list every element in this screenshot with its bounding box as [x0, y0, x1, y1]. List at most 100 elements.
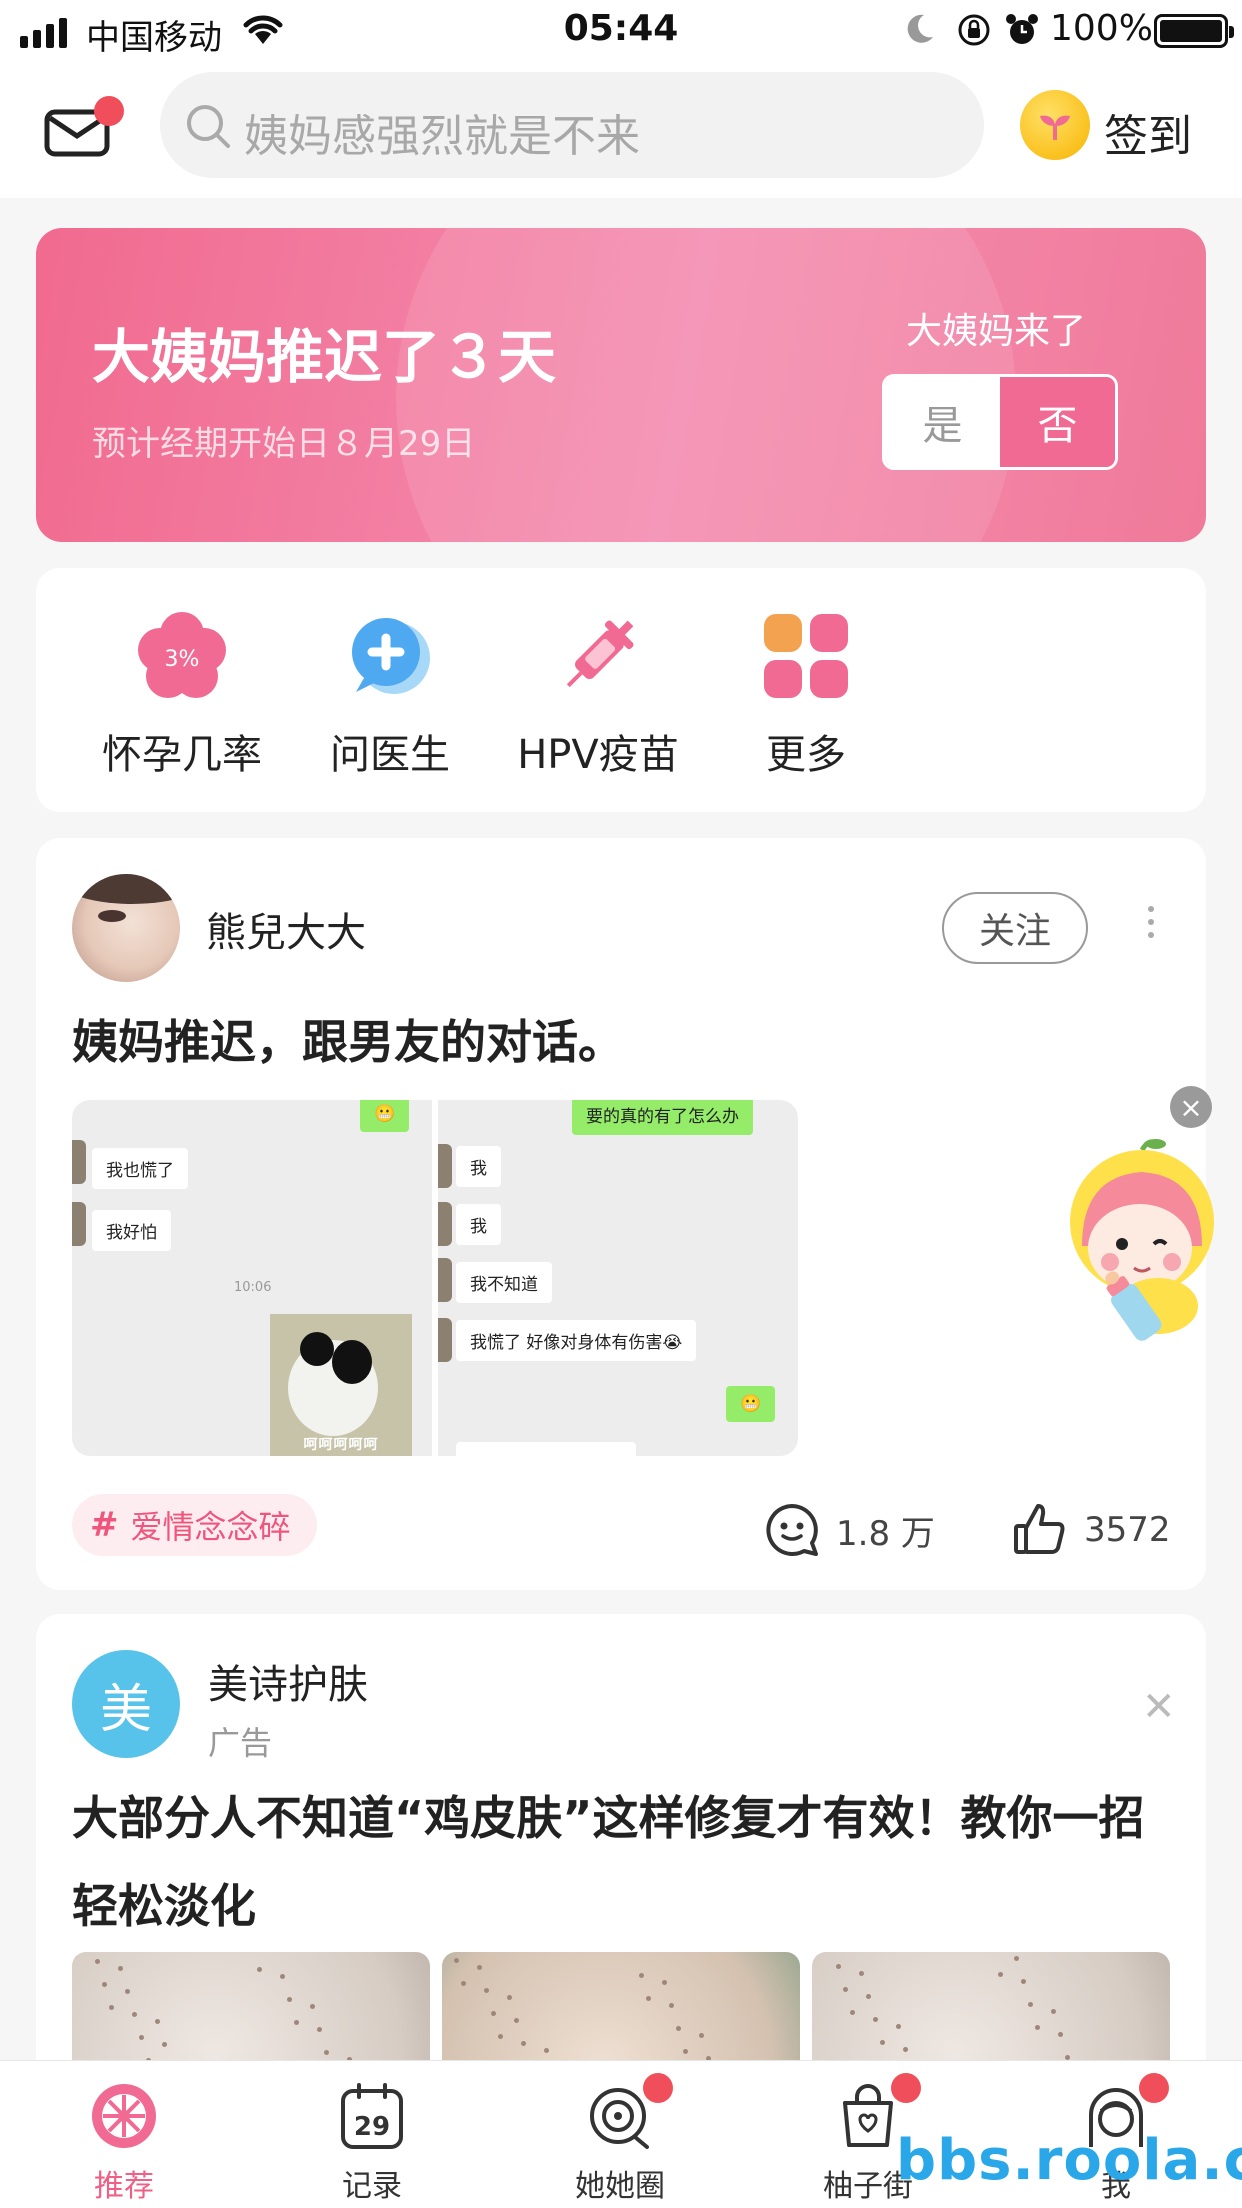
skin-speck	[1035, 2025, 1040, 2030]
tool-label: 更多	[766, 732, 846, 778]
skin-speck	[317, 2027, 322, 2032]
skin-speck	[95, 1959, 100, 1964]
chat-bubble: 我	[456, 1204, 501, 1245]
period-came-question: 大姨妈来了	[906, 311, 1087, 352]
skin-speck	[850, 2010, 855, 2015]
skin-speck	[461, 1981, 466, 1986]
skin-speck	[699, 2033, 704, 2038]
rotation-lock-icon	[958, 14, 990, 46]
post-card[interactable]: 熊兒大大 关注 姨妈推迟，跟男友的对话。 😬 我也慌了 我好怕 10:06 呵呵…	[36, 838, 1206, 1590]
quick-tools: 3% 怀孕几率 问医生 HPV疫苗 更多	[36, 568, 1206, 812]
skin-speck	[294, 2020, 299, 2025]
alarm-icon	[1006, 14, 1038, 44]
unread-dot	[891, 2073, 921, 2103]
ad-title[interactable]: 大部分人不知道“鸡皮肤”这样修复才有效！教你一招轻松淡化	[72, 1774, 1182, 1950]
close-ad-icon[interactable]: ✕	[1142, 1684, 1176, 1730]
skin-speck	[484, 1988, 489, 1993]
tool-pregnancy-chance[interactable]: 3% 怀孕几率	[62, 608, 302, 780]
thumbs-up-icon	[1014, 1504, 1065, 1554]
no-button[interactable]: 否	[1000, 377, 1115, 467]
tool-label: HPV疫苗	[517, 732, 679, 778]
avatar[interactable]	[72, 874, 180, 982]
skin-speck	[998, 1972, 1003, 1977]
tab-label: 推荐	[94, 2169, 154, 2204]
skin-speck	[477, 1965, 482, 1970]
skin-speck	[162, 2042, 167, 2047]
tab-record[interactable]: 29 记录	[272, 2081, 472, 2205]
skin-speck	[896, 2024, 901, 2029]
close-mascot-button[interactable]: ×	[1170, 1086, 1212, 1128]
skin-speck	[280, 1974, 285, 1979]
skin-speck	[676, 2026, 681, 2031]
mascot-floating-button[interactable]	[1062, 1136, 1220, 1346]
skin-speck	[880, 2040, 885, 2045]
topic-tag[interactable]: # 爱情念念碎	[72, 1494, 317, 1556]
skin-speck	[125, 1989, 130, 1994]
skin-speck	[1058, 2032, 1063, 2037]
battery-icon	[1154, 14, 1234, 48]
checkin-button[interactable]: 签到	[1104, 100, 1192, 164]
calendar-date: 29	[354, 2112, 390, 2142]
sticker-caption: 呵呵呵呵呵	[303, 1437, 379, 1453]
tool-ask-doctor[interactable]: 问医生	[270, 608, 510, 780]
vaccine-syringe-icon	[550, 608, 646, 704]
skin-speck	[639, 1973, 644, 1978]
tab-label: 她她圈	[575, 2169, 665, 2204]
comment-icon	[766, 1504, 818, 1556]
post-image-2[interactable]: 要的真的有了怎么办 我 我 我不知道 我慌了 好像对身体有伤害😭 😬	[438, 1100, 798, 1456]
search-icon	[187, 105, 230, 148]
follow-button[interactable]: 关注	[942, 892, 1088, 964]
expected-date: 预计经期开始日８月29日	[92, 424, 476, 464]
chat-bubble: 我好怕	[92, 1210, 171, 1251]
ask-doctor-icon	[342, 608, 438, 704]
yes-button[interactable]: 是	[885, 377, 1000, 467]
like-count: 3572	[1084, 1510, 1171, 1550]
comment-button[interactable]: 1.8 万	[764, 1502, 935, 1558]
chat-bubble: 我也慌了	[92, 1148, 188, 1189]
tool-more[interactable]: 更多	[686, 608, 926, 780]
message-button[interactable]	[44, 96, 124, 162]
tool-hpv-vaccine[interactable]: HPV疫苗	[478, 608, 718, 780]
like-button[interactable]: 3572	[1012, 1502, 1171, 1558]
skin-speck	[903, 2047, 908, 2052]
skin-speck	[132, 2012, 137, 2017]
period-came-toggle: 是 否	[882, 374, 1118, 470]
unread-dot	[94, 96, 124, 126]
tab-recommend[interactable]: 推荐	[24, 2081, 224, 2205]
pregnancy-percent: 3%	[165, 647, 200, 672]
skin-speck	[544, 2048, 549, 2053]
watermark: bbs.roola.cn	[896, 2128, 1242, 2193]
skin-speck	[646, 1996, 651, 2001]
skin-speck	[669, 2003, 674, 2008]
chat-bubble: 要的真的有了怎么办	[572, 1100, 753, 1135]
skin-speck	[1051, 2009, 1056, 2014]
ad-brand[interactable]: 美诗护肤	[208, 1652, 368, 1710]
tab-label: 记录	[342, 2169, 402, 2204]
skin-speck	[491, 2011, 496, 2016]
skin-speck	[1028, 2002, 1033, 2007]
checkin-sprout-icon[interactable]	[1020, 90, 1090, 160]
post-title[interactable]: 姨妈推迟，跟男友的对话。	[72, 1006, 624, 1072]
skin-speck	[514, 2018, 519, 2023]
search-bar[interactable]: 姨妈感强烈就是不来	[160, 72, 984, 178]
tool-label: 怀孕几率	[102, 732, 262, 778]
chat-bubble: 我不知道	[456, 1262, 552, 1303]
skin-speck	[324, 2050, 329, 2055]
post-image-1[interactable]: 😬 我也慌了 我好怕 10:06 呵呵呵呵呵	[72, 1100, 432, 1456]
skin-speck	[287, 1997, 292, 2002]
tab-community[interactable]: 她她圈	[520, 2073, 720, 2205]
search-placeholder: 姨妈感强烈就是不来	[244, 111, 640, 162]
skin-speck	[507, 1995, 512, 2000]
skin-speck	[109, 2005, 114, 2010]
recommend-icon	[89, 2081, 159, 2151]
chat-bubble: 我	[456, 1146, 501, 1187]
comment-count: 1.8 万	[836, 1513, 935, 1554]
post-images[interactable]: 😬 我也慌了 我好怕 10:06 呵呵呵呵呵 要的真的有了怎么办 我 我 我不知…	[72, 1100, 798, 1456]
skin-speck	[498, 2034, 503, 2039]
skin-speck	[521, 2041, 526, 2046]
post-author[interactable]: 熊兒大大	[206, 900, 366, 958]
skin-speck	[102, 1982, 107, 1987]
moon-icon	[907, 14, 933, 43]
more-options-icon[interactable]	[1148, 906, 1154, 938]
unread-dot	[1139, 2073, 1169, 2103]
